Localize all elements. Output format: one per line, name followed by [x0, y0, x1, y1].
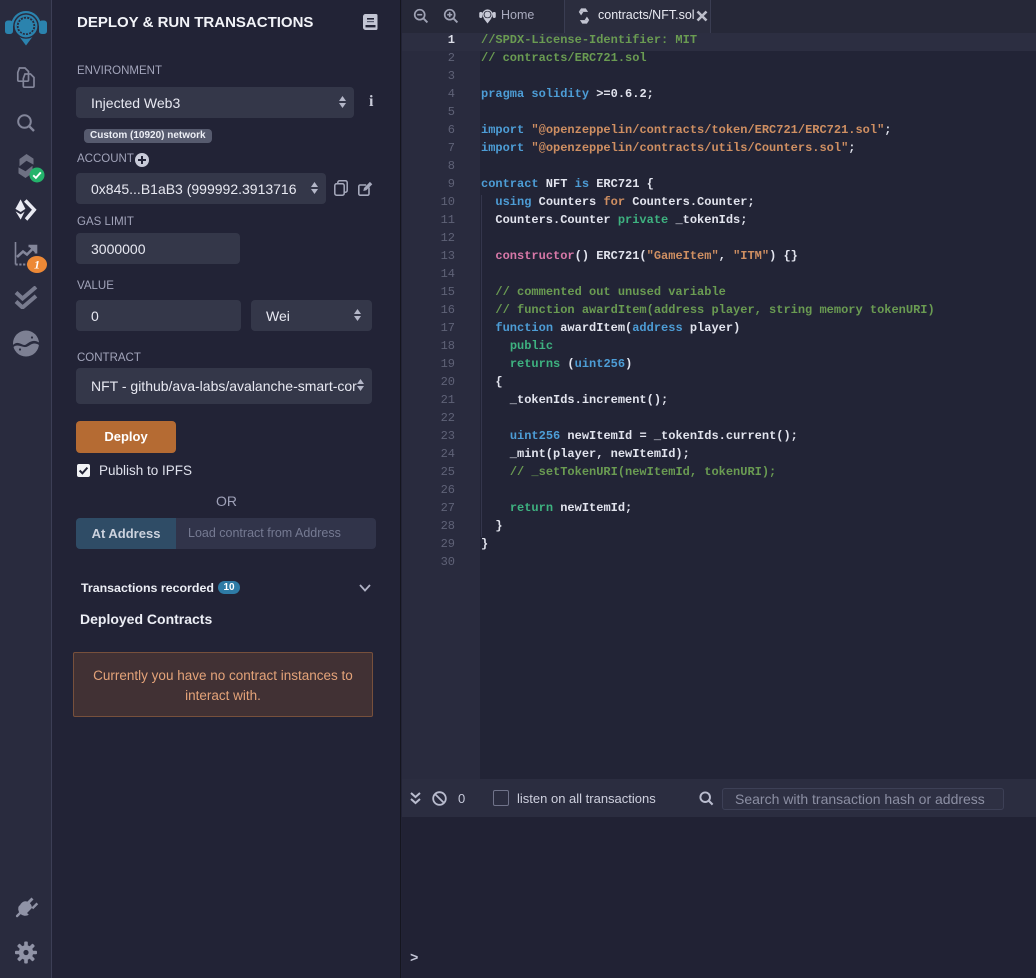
- svg-text:1: 1: [34, 258, 40, 272]
